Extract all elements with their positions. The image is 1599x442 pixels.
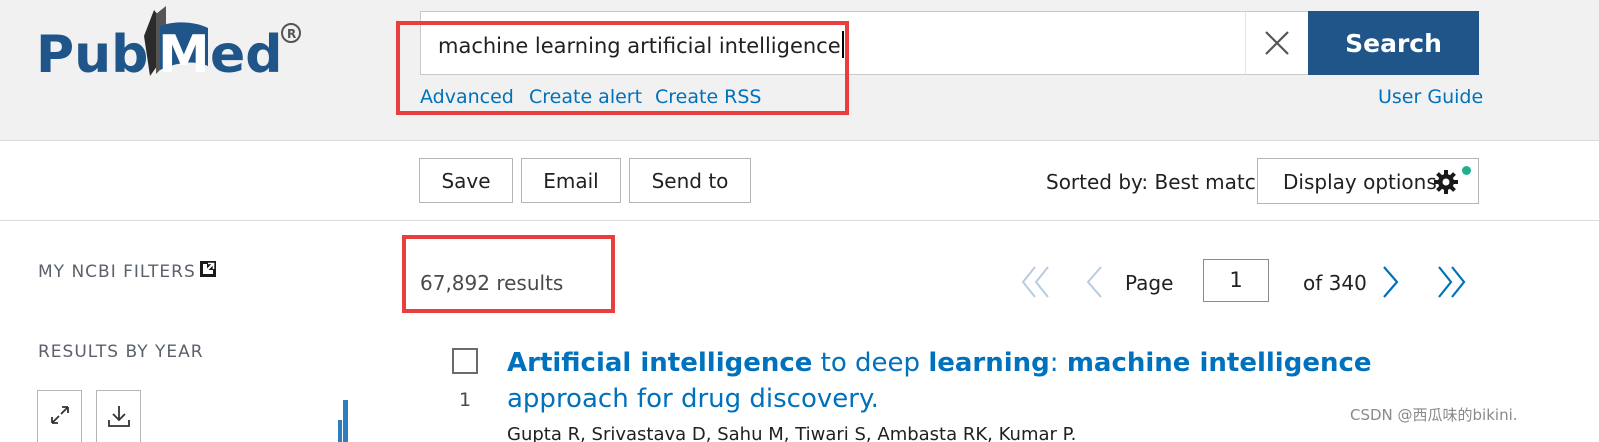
display-options-button[interactable]: Display options <box>1257 158 1479 204</box>
title-highlight-term: learning <box>928 348 1050 378</box>
clear-search-button[interactable] <box>1245 11 1308 75</box>
gear-icon <box>1434 170 1458 194</box>
last-page-icon[interactable] <box>1435 264 1467 300</box>
results-count: 67,892 results <box>420 271 564 295</box>
prev-page-icon[interactable] <box>1083 264 1105 300</box>
result-title-link[interactable]: Artificial intelligence to deep learning… <box>507 345 1417 417</box>
title-text: : <box>1049 348 1067 378</box>
download-timeline-button[interactable] <box>96 390 141 442</box>
pubmed-logo[interactable]: Pub M ed R <box>36 6 306 98</box>
download-icon <box>107 406 130 427</box>
title-highlight-term: Artificial intelligence <box>507 348 813 378</box>
search-button[interactable]: Search <box>1308 11 1479 75</box>
expand-icon <box>50 406 69 424</box>
user-guide-link[interactable]: User Guide <box>1378 86 1483 108</box>
results-by-year-title: RESULTS BY YEAR <box>38 342 204 362</box>
watermark-text: CSDN @西瓜味的bikini. <box>1350 406 1518 424</box>
year-chart-bar <box>343 400 348 442</box>
sort-order-label[interactable]: Sorted by: Best match <box>1046 170 1268 194</box>
clear-icon <box>1265 31 1289 55</box>
display-options-label: Display options <box>1283 170 1437 194</box>
external-link-icon[interactable] <box>199 260 217 278</box>
year-chart-bar <box>338 420 342 442</box>
result-checkbox[interactable] <box>452 348 478 374</box>
next-page-icon[interactable] <box>1380 264 1402 300</box>
highlight-search-box <box>396 21 849 115</box>
notification-dot <box>1462 166 1471 175</box>
svg-text:M: M <box>158 25 210 85</box>
expand-timeline-button[interactable] <box>37 390 82 442</box>
title-highlight-term: machine intelligence <box>1066 348 1372 378</box>
title-text: approach for drug discovery. <box>507 384 879 414</box>
svg-text:Pub: Pub <box>36 25 148 85</box>
toolbar-divider <box>0 220 1599 221</box>
first-page-icon[interactable] <box>1020 264 1052 300</box>
save-button[interactable]: Save <box>419 158 513 203</box>
page-number-input[interactable]: 1 <box>1203 259 1269 302</box>
title-text: to deep <box>812 348 929 378</box>
svg-text:R: R <box>287 27 296 41</box>
result-number: 1 <box>459 389 472 411</box>
page-total: of 340 <box>1303 271 1367 295</box>
page-label: Page <box>1125 271 1174 295</box>
my-ncbi-filters-title[interactable]: MY NCBI FILTERS <box>38 262 196 282</box>
email-button[interactable]: Email <box>521 158 621 203</box>
svg-text:ed: ed <box>210 25 283 85</box>
send-to-button[interactable]: Send to <box>629 158 751 203</box>
result-authors: Gupta R, Srivastava D, Sahu M, Tiwari S,… <box>507 424 1077 442</box>
